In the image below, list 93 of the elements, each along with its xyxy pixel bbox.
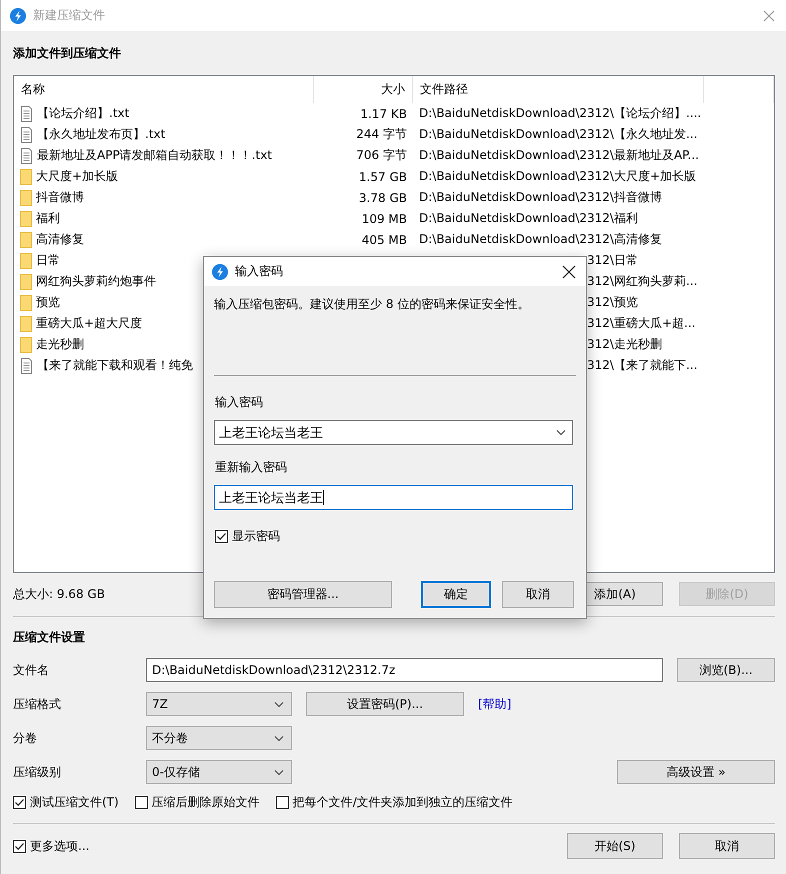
- file-path: D:\BaiduNetdiskDownload\2312\最新地址及AP...: [419, 148, 699, 162]
- close-icon[interactable]: [562, 264, 576, 278]
- app-icon: [10, 8, 26, 24]
- file-name: 走光秒删: [36, 336, 84, 353]
- volume-dropdown[interactable]: 不分卷: [146, 726, 292, 750]
- file-size: 109 MB: [362, 212, 407, 226]
- dialog-button[interactable]: 密码管理器...: [214, 581, 392, 608]
- file-size: 3.78 GB: [358, 190, 407, 204]
- folder-icon: [20, 274, 32, 290]
- file-path: D:\BaiduNetdiskDownload\2312\大尺度+加长版: [419, 169, 696, 183]
- document-icon: [20, 126, 33, 142]
- file-path: D:\BaiduNetdiskDownload\2312\抖音微博: [419, 190, 662, 204]
- file-path: 312\网红狗头萝莉...: [587, 274, 698, 288]
- file-path: 312\重磅大瓜+超...: [587, 316, 696, 330]
- file-name: 日常: [36, 252, 60, 269]
- file-size: 706 字节: [356, 148, 407, 162]
- checkbox-label: 压缩后删除原始文件: [152, 794, 260, 810]
- checkbox[interactable]: [13, 840, 26, 852]
- dialog-button[interactable]: 确定: [421, 581, 491, 608]
- caret-icon: [274, 700, 284, 708]
- caret-icon: [274, 734, 284, 742]
- set-password-button[interactable]: 设置密码(P)...: [306, 692, 464, 716]
- caret-icon: [556, 429, 566, 436]
- file-name: 【来了就能下载和观看！纯免: [37, 357, 193, 374]
- file-path: D:\BaiduNetdiskDownload\2312\【论坛介绍】....: [419, 106, 702, 120]
- file-path: D:\BaiduNetdiskDownload\2312\高清修复: [419, 232, 662, 246]
- folder-icon: [20, 336, 32, 352]
- file-path: D:\BaiduNetdiskDownload\2312\福利: [419, 211, 638, 225]
- document-icon: [20, 106, 33, 122]
- file-path: 312\日常: [587, 253, 638, 267]
- folder-icon: [20, 316, 32, 332]
- document-icon: [20, 358, 33, 374]
- password-input-field[interactable]: 上老王论坛当老王: [214, 485, 573, 510]
- file-path: 312\【来了就能下...: [587, 358, 698, 372]
- file-name: 福利: [36, 210, 60, 227]
- field-label: 压缩级别: [13, 764, 62, 780]
- level-dropdown[interactable]: 0-仅存储: [146, 760, 292, 784]
- total-size: 总大小: 9.68 GB: [13, 586, 105, 602]
- file-name: 【永久地址发布页】.txt: [37, 126, 166, 143]
- advanced-settings-button[interactable]: 高级设置 »: [617, 760, 775, 784]
- footer-button[interactable]: 取消: [679, 833, 775, 859]
- column-header[interactable]: 大小: [314, 76, 413, 103]
- app-icon: [212, 264, 228, 280]
- section-heading: 添加文件到压缩文件: [12, 45, 122, 62]
- folder-icon: [20, 232, 32, 248]
- checkbox-label: 把每个文件/文件夹添加到独立的压缩文件: [292, 794, 513, 810]
- format-dropdown[interactable]: 7Z: [146, 692, 292, 716]
- folder-icon: [20, 210, 32, 226]
- dialog-title: 输入密码: [235, 263, 284, 280]
- file-name: 【论坛介绍】.txt: [37, 105, 130, 122]
- help-link[interactable]: [帮助]: [478, 696, 512, 712]
- column-header[interactable]: 文件路径: [413, 76, 704, 103]
- file-path: 312\预览: [587, 295, 638, 309]
- checkbox-label: 显示密码: [232, 528, 280, 545]
- column-header[interactable]: 名称: [14, 76, 314, 103]
- file-name: 抖音微博: [36, 189, 84, 206]
- browse-button[interactable]: 浏览(B)...: [677, 658, 775, 682]
- file-path: 312\走光秒删: [587, 337, 662, 351]
- file-name: 重磅大瓜+超大尺度: [36, 315, 142, 332]
- folder-icon: [20, 190, 32, 206]
- file-path: D:\BaiduNetdiskDownload\2312\【永久地址发...: [419, 127, 698, 141]
- password-combo-box[interactable]: 上老王论坛当老王: [214, 420, 573, 445]
- window-title: 新建压缩文件: [33, 7, 106, 24]
- field-label: 重新输入密码: [215, 459, 288, 476]
- file-size: 405 MB: [362, 232, 407, 246]
- dialog-description: 输入压缩包密码。建议使用至少 8 位的密码来保证安全性。: [214, 296, 530, 313]
- file-name: 网红狗头萝莉约炮事件: [36, 273, 156, 290]
- checkbox[interactable]: [134, 796, 148, 808]
- file-size: 1.57 GB: [358, 170, 407, 184]
- filename-field[interactable]: D:\BaiduNetdiskDownload\2312\2312.7z: [146, 658, 663, 682]
- document-icon: [20, 148, 33, 164]
- field-label: 输入密码: [215, 394, 264, 411]
- dialog-button[interactable]: 取消: [502, 581, 574, 608]
- file-name: 预览: [36, 294, 60, 311]
- footer-button[interactable]: 开始(S): [567, 833, 663, 859]
- folder-icon: [20, 168, 32, 184]
- field-label: 分卷: [13, 730, 38, 746]
- folder-icon: [20, 252, 32, 268]
- file-name: 高清修复: [36, 231, 84, 248]
- checkbox[interactable]: [13, 796, 26, 808]
- caret-icon: [274, 768, 284, 776]
- file-name: 大尺度+加长版: [36, 168, 118, 185]
- folder-icon: [20, 294, 32, 310]
- file-size: 1.17 KB: [360, 106, 407, 120]
- checkbox[interactable]: [215, 530, 228, 543]
- checkbox-label: 更多选项...: [30, 838, 90, 854]
- file-size: 244 字节: [356, 127, 407, 141]
- checkbox[interactable]: [276, 796, 289, 808]
- field-label: 文件名: [13, 662, 50, 678]
- field-label: 压缩格式: [13, 696, 62, 712]
- file-name: 最新地址及APP请发邮箱自动获取！！！.txt: [37, 147, 272, 164]
- section-heading: 压缩文件设置: [12, 629, 86, 646]
- checkbox-label: 测试压缩文件(T): [30, 794, 119, 810]
